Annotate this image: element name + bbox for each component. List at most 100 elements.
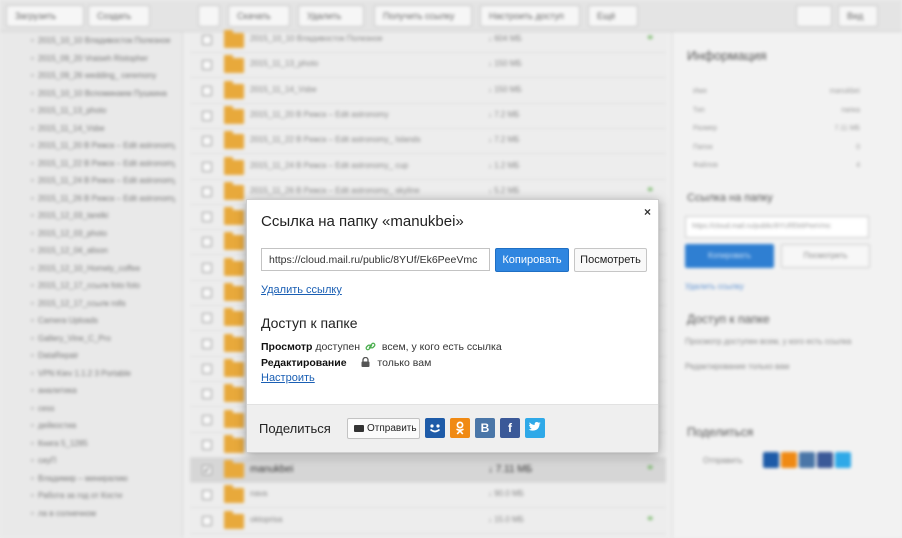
send-email-button[interactable]: Отправить <box>347 418 420 439</box>
row-checkbox <box>202 515 212 526</box>
info-share-ok-icon <box>781 452 797 468</box>
info-key: Тип <box>693 106 705 114</box>
tree-item: +2015_12_04_alison <box>30 246 108 255</box>
row-checkbox <box>202 212 212 223</box>
edit-access-who: только вам <box>377 357 432 369</box>
info-key: Размер <box>693 125 718 132</box>
file-size: ↓ 7.2 МБ <box>488 109 520 119</box>
tree-item: +2015_12_10_Homely_coffee <box>30 263 141 273</box>
close-icon[interactable]: × <box>644 205 651 219</box>
tree-item: +2015_12_03_tarelki <box>30 211 109 220</box>
row-checkbox <box>202 414 212 425</box>
info-value: папка <box>841 106 860 114</box>
view-access-who: всем, у кого есть ссылка <box>381 341 502 353</box>
info-value: 7.11 МБ <box>834 125 860 132</box>
vkontakte-share-icon[interactable]: В <box>475 418 495 438</box>
info-delete-link: Удалить ссылку <box>685 282 744 291</box>
tree-item: + Владимир – миниралию <box>30 473 128 483</box>
info-panel-title: Информация <box>687 48 767 63</box>
info-view-button: Посмотреть <box>781 244 870 268</box>
view-access-label: Просмотр <box>261 341 313 353</box>
tree-item: + Работа за год от Кости <box>30 491 123 500</box>
shared-link-icon: ⚭ <box>646 463 655 475</box>
facebook-share-icon[interactable]: f <box>500 418 520 438</box>
info-access-edit: Редактирование только вам <box>685 362 790 371</box>
shared-link-icon: ⚭ <box>646 33 655 44</box>
file-name: nava <box>250 489 268 499</box>
info-share-tw-icon <box>835 452 851 468</box>
tree-item: + VPN Kiev 1.1.2 3 Portable <box>30 368 131 378</box>
folder-icon <box>224 283 244 301</box>
folder-icon <box>224 434 244 453</box>
file-name: manukbei <box>250 464 294 476</box>
delete-link[interactable]: Удалить ссылку <box>261 284 342 296</box>
folder-icon <box>224 308 244 327</box>
send-email-label: Отправить <box>367 423 417 434</box>
folder-tree-sidebar: +2015_10_10 Владивосток Полезное +2015_09… <box>0 32 183 538</box>
folder-icon <box>224 257 244 276</box>
tree-item: + Книга 5_1285 <box>30 438 88 448</box>
info-link-title: Ссылка на папку <box>687 192 773 204</box>
odnoklassniki-share-icon[interactable] <box>450 418 470 438</box>
tree-item: + Camera Uploads <box>30 316 99 325</box>
row-checkbox <box>202 186 212 197</box>
folder-icon <box>224 207 244 226</box>
info-share-vk-icon <box>799 452 815 468</box>
file-name: 2015_11_13_photo <box>250 59 319 69</box>
row-checkbox <box>202 136 212 147</box>
file-size: ↓ 604 МБ <box>488 34 522 43</box>
row-checkbox <box>202 262 212 273</box>
file-row: 2015_11_22 В Рижск – Edit astronomy_ Isl… <box>190 129 666 155</box>
folder-icon <box>224 80 244 99</box>
file-name: 2015_11_26 В Рижск – Edit astronomy_ sky… <box>250 185 420 195</box>
tree-item: + сess <box>30 403 55 413</box>
lock-icon <box>361 356 370 370</box>
info-copy-button: Копировать <box>685 244 774 268</box>
file-row: 2015_10_10 Владивосток Полезное ↓ 604 МБ ⚭ <box>190 28 666 53</box>
row-checkbox <box>202 60 212 71</box>
folder-icon <box>224 333 244 352</box>
tree-item: + DataRepair <box>30 351 79 360</box>
row-checkbox <box>202 313 212 324</box>
link-chain-icon <box>365 341 376 355</box>
info-access-title: Доступ к папке <box>687 312 770 326</box>
tree-item: +2015_10_10 Владивосток Полезное <box>30 36 171 45</box>
view-mode-button: Вид <box>838 5 878 27</box>
row-checkbox <box>202 363 212 374</box>
file-name: 2015_11_14_Vsbe <box>250 84 317 94</box>
edit-access-row: Редактирование только вам <box>261 356 432 370</box>
row-checkbox <box>202 237 212 248</box>
link-url-input[interactable] <box>261 248 490 271</box>
row-checkbox <box>202 35 212 45</box>
more-button: Ещё <box>588 5 638 27</box>
modal-title: Ссылка на папку «manukbei» <box>261 213 464 230</box>
file-name: 2015_10_10 Владивосток Полезное <box>250 34 383 43</box>
info-value: 4 <box>856 162 860 169</box>
folder-icon <box>224 156 244 175</box>
sort-button <box>796 5 832 27</box>
folder-icon <box>224 510 244 529</box>
file-row: oktoprisa ↓ 15.0 МБ ⚭ <box>190 509 666 534</box>
create-button: Создать <box>88 5 150 27</box>
row-checkbox <box>202 85 212 96</box>
tree-item: +2015_11_22 В Рижск – Edit astronomy <box>30 158 175 168</box>
file-name: 2015_11_20 В Рижск – Edit astronomy <box>250 109 389 119</box>
folder-icon <box>224 131 244 150</box>
mail-agent-share-icon[interactable] <box>425 418 445 438</box>
file-row: 2015_11_14_Vsbe ↓ 150 МБ <box>190 79 666 104</box>
folder-icon <box>224 105 244 124</box>
row-checkbox: ✓ <box>202 465 212 476</box>
view-button[interactable]: Посмотреть <box>574 248 647 272</box>
tree-item: + аналитика <box>30 386 77 395</box>
file-size: ↓ 7.11 МБ <box>488 464 533 476</box>
twitter-share-icon[interactable] <box>525 418 545 438</box>
shared-link-icon: ⚭ <box>646 513 655 525</box>
share-footer: Поделиться Отправить В f <box>247 404 658 452</box>
tree-item: +2015_12_03_photo <box>30 228 107 238</box>
info-link-field: https://cloud.mail.ru/public/8YUf/Ek6Pee… <box>685 216 869 238</box>
configure-access-link[interactable]: Настроить <box>261 372 315 384</box>
info-value: 0 <box>856 143 860 151</box>
tree-item: + дейкостиа <box>30 421 77 430</box>
copy-button[interactable]: Копировать <box>495 248 569 272</box>
share-label: Поделиться <box>259 421 331 436</box>
